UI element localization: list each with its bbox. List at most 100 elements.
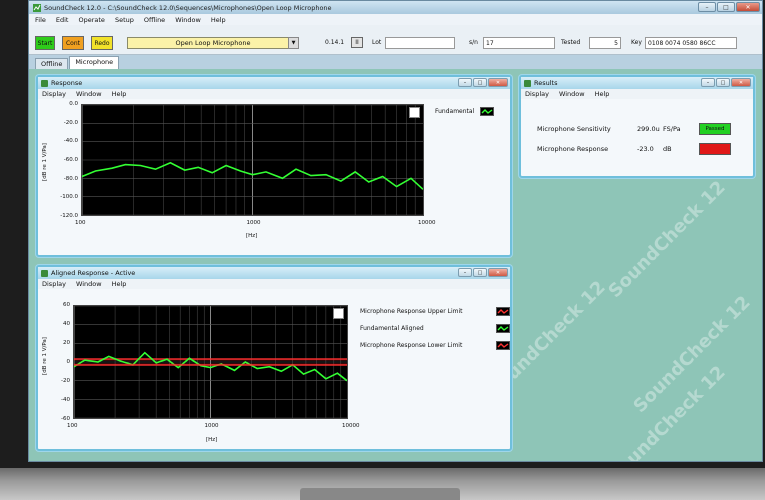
maximize-icon[interactable]: □	[716, 78, 730, 87]
menu-help[interactable]: Help	[112, 90, 127, 98]
menu-help[interactable]: Help	[112, 280, 127, 288]
maximize-icon[interactable]: □	[473, 78, 487, 87]
menu-help[interactable]: Help	[211, 16, 226, 24]
results-menu: Display Window Help	[521, 89, 753, 99]
pass-indicator: Passed	[699, 123, 731, 135]
main-menu: File Edit Operate Setup Offline Window H…	[29, 14, 762, 25]
response-title: Response	[51, 79, 83, 87]
graph-icon	[41, 269, 48, 277]
fail-indicator: Failed	[699, 143, 731, 155]
aligned-title: Aligned Response - Active	[51, 269, 136, 277]
x-tick-label: 1000	[246, 220, 261, 226]
minimize-icon[interactable]: –	[698, 2, 716, 12]
close-icon[interactable]: ✕	[488, 268, 508, 277]
legend-label: Fundamental Aligned	[360, 325, 424, 332]
close-icon[interactable]: ✕	[488, 78, 508, 87]
results-icon	[524, 79, 531, 87]
menu-window[interactable]: Window	[559, 90, 585, 98]
y-tick-label: -100.0	[60, 194, 78, 201]
window-title: SoundCheck 12.0 - C:\SoundCheck 12.0\Seq…	[44, 3, 332, 12]
y-tick-label: 20	[63, 340, 70, 346]
menu-window[interactable]: Window	[76, 280, 102, 288]
minimize-icon[interactable]: –	[458, 268, 472, 277]
x-tick-label: 100	[67, 423, 78, 429]
legend-item: Fundamental Aligned	[360, 324, 510, 333]
lot-label: Lot	[372, 39, 382, 46]
response-menu: Display Window Help	[38, 89, 510, 99]
legend-label: Microphone Response Upper Limit	[360, 308, 463, 315]
soundcheck-window: SoundCheck 12.0 - C:\SoundCheck 12.0\Seq…	[28, 0, 763, 462]
result-unit: dB	[663, 145, 672, 153]
sn-field[interactable]: 17	[483, 37, 555, 49]
legend-item: Microphone Response Upper Limit	[360, 307, 510, 316]
menu-setup[interactable]: Setup	[115, 16, 134, 24]
legend-label: Fundamental	[435, 108, 475, 115]
aligned-titlebar: Aligned Response - Active – □ ✕	[38, 267, 510, 279]
workspace: SoundCheck 12 SoundCheck 12 SoundCheck 1…	[29, 69, 762, 461]
sequence-toolbar: Start Cont Redo Open Loop Microphone ▼ 0…	[29, 25, 762, 55]
tested-label: Tested	[561, 39, 581, 46]
app-icon	[33, 3, 41, 12]
maximize-icon[interactable]: □	[473, 268, 487, 277]
result-label: Microphone Response	[537, 145, 609, 153]
maximize-icon[interactable]: □	[717, 2, 735, 12]
y-tick-label: -60	[61, 416, 70, 422]
sequence-select[interactable]: Open Loop Microphone	[127, 37, 299, 49]
y-tick-label: 40	[63, 321, 70, 327]
tab-microphone[interactable]: Microphone	[69, 56, 120, 69]
result-value: -23.0	[637, 145, 654, 153]
y-tick-label: -80.0	[63, 175, 78, 182]
x-axis-label: [Hz]	[206, 437, 218, 443]
pause-button[interactable]: II	[351, 37, 363, 48]
legend-swatch[interactable]	[496, 341, 510, 350]
zoom-icon[interactable]	[333, 308, 344, 319]
chevron-down-icon[interactable]: ▼	[288, 37, 299, 49]
minimize-icon[interactable]: –	[458, 78, 472, 87]
y-tick-label: -20.0	[63, 119, 78, 126]
result-unit: FS/Pa	[663, 125, 681, 133]
y-tick-label: 60	[63, 302, 70, 308]
x-tick-label: 100	[75, 220, 86, 226]
y-tick-label: 0	[66, 359, 71, 365]
legend-swatch[interactable]	[480, 107, 495, 116]
menu-window[interactable]: Window	[76, 90, 102, 98]
menu-window[interactable]: Window	[175, 16, 201, 24]
zoom-icon[interactable]	[409, 107, 420, 118]
legend-item: Fundamental	[435, 107, 495, 116]
tab-offline[interactable]: Offline	[35, 58, 69, 69]
lot-field[interactable]	[385, 37, 455, 49]
x-tick-label: 10000	[418, 220, 436, 226]
aligned-menu: Display Window Help	[38, 279, 510, 289]
legend-swatch[interactable]	[496, 324, 510, 333]
y-tick-label: -40.0	[63, 138, 78, 145]
menu-edit[interactable]: Edit	[56, 16, 69, 24]
y-tick-label: -120.0	[60, 213, 78, 219]
x-axis-label: [Hz]	[246, 233, 258, 239]
cont-button[interactable]: Cont	[62, 36, 84, 50]
y-axis-label: [dB re 1 V/Pa]	[41, 143, 48, 181]
start-button[interactable]: Start	[35, 36, 55, 50]
results-window: Results – □ ✕ Display Window Help Microp…	[519, 75, 755, 178]
menu-display[interactable]: Display	[42, 90, 66, 98]
menu-display[interactable]: Display	[525, 90, 549, 98]
results-titlebar: Results – □ ✕	[521, 77, 753, 89]
redo-button[interactable]: Redo	[91, 36, 113, 50]
menu-display[interactable]: Display	[42, 280, 66, 288]
close-icon[interactable]: ✕	[731, 78, 751, 87]
minimize-icon[interactable]: –	[701, 78, 715, 87]
window-titlebar: SoundCheck 12.0 - C:\SoundCheck 12.0\Seq…	[29, 1, 762, 14]
menu-file[interactable]: File	[35, 16, 46, 24]
step-value: 0.14.1	[325, 39, 345, 46]
y-tick-label: -40	[61, 397, 70, 403]
y-tick-label: 0.0	[69, 101, 78, 107]
legend-item: Microphone Response Lower Limit	[360, 341, 510, 350]
close-icon[interactable]: ✕	[736, 2, 760, 12]
graph-icon	[41, 79, 48, 87]
x-tick-label: 10000	[342, 423, 360, 429]
menu-help[interactable]: Help	[595, 90, 610, 98]
response-window: Response – □ ✕ Display Window Help [dB r…	[36, 75, 512, 257]
legend-swatch[interactable]	[496, 307, 510, 316]
menu-operate[interactable]: Operate	[78, 16, 104, 24]
aligned-plot	[73, 305, 348, 419]
menu-offline[interactable]: Offline	[144, 16, 165, 24]
